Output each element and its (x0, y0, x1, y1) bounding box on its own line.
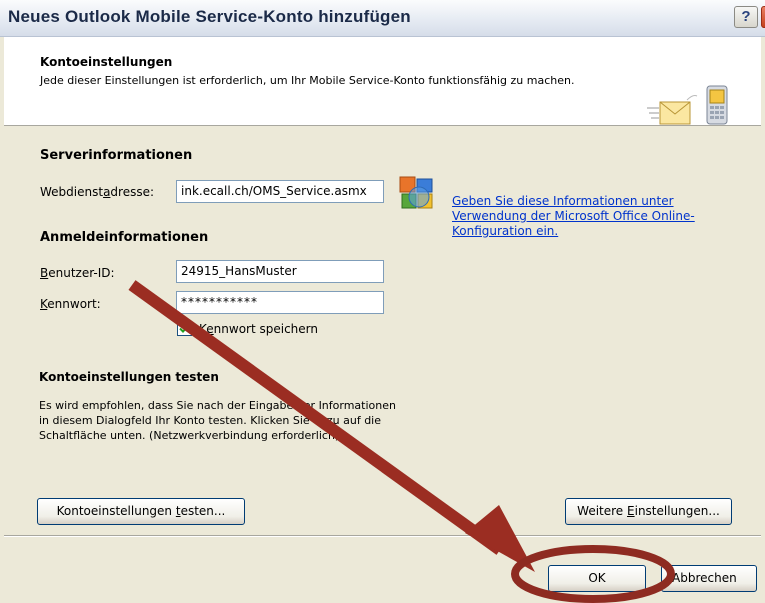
save-password-checkbox[interactable] (177, 321, 192, 336)
header-description: Jede dieser Einstellungen ist erforderli… (40, 74, 575, 87)
login-section-title: Anmeldeinformationen (40, 230, 209, 245)
header-panel: Kontoeinstellungen Jede dieser Einstellu… (4, 37, 761, 126)
user-id-input[interactable]: 24915_HansMuster (176, 260, 384, 283)
cancel-button[interactable]: Abbrechen (661, 565, 757, 592)
test-settings-button[interactable]: Kontoeinstellungen testen... (37, 498, 245, 525)
office-online-icon (399, 176, 433, 209)
user-id-label: Benutzer-ID: (40, 266, 115, 280)
close-button[interactable]: X (761, 6, 765, 28)
help-icon: ? (741, 8, 751, 25)
test-description: Es wird empfohlen, dass Sie nach der Ein… (39, 399, 396, 442)
checkmark-icon (179, 324, 190, 333)
save-password-label[interactable]: Kennwort speichern (199, 322, 318, 336)
web-service-address-input[interactable]: ink.ecall.ch/OMS_Service.asmx (176, 180, 384, 203)
office-online-link[interactable]: Geben Sie diese Informationen unter Verw… (452, 194, 712, 239)
server-section-title: Serverinformationen (40, 148, 193, 163)
header-title: Kontoeinstellungen (40, 55, 173, 69)
ok-button[interactable]: OK (548, 565, 646, 592)
password-label: Kennwort: (40, 297, 101, 311)
test-section-title: Kontoeinstellungen testen (39, 370, 219, 384)
window-title: Neues Outlook Mobile Service-Konto hinzu… (8, 7, 411, 26)
password-input[interactable]: *********** (176, 291, 384, 314)
mobile-phone-icon (706, 85, 728, 125)
dialog-window: Neues Outlook Mobile Service-Konto hinzu… (0, 0, 765, 603)
more-settings-button[interactable]: Weitere Einstellungen... (565, 498, 732, 525)
help-button[interactable]: ? (734, 6, 758, 28)
title-bar[interactable]: Neues Outlook Mobile Service-Konto hinzu… (0, 0, 765, 37)
envelope-icon (647, 95, 698, 125)
web-service-label: Webdienstadresse: (40, 185, 155, 199)
footer-separator (4, 535, 761, 537)
